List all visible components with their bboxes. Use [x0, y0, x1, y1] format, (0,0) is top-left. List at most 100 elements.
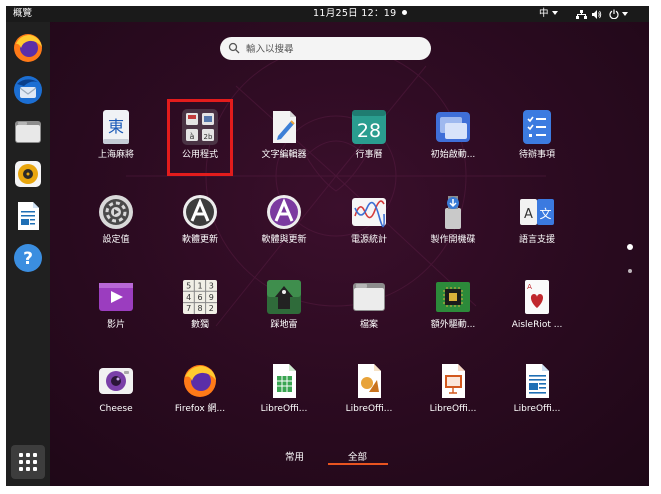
- files-icon: [353, 283, 385, 311]
- app-label: 設定值: [102, 235, 130, 245]
- app-aisleriot[interactable]: A AisleRiot ...: [495, 271, 579, 341]
- aisleriot-icon: A: [525, 280, 549, 314]
- app-label: LibreOffi...: [345, 404, 393, 414]
- svg-text:文: 文: [539, 206, 551, 221]
- app-todo[interactable]: 待辦事項: [495, 101, 579, 171]
- app-additional-drivers[interactable]: 額外驅動...: [411, 271, 495, 341]
- app-label: 檔案: [359, 320, 378, 330]
- svg-text:?: ?: [23, 249, 33, 269]
- app-label: 影片: [106, 320, 125, 330]
- thunderbird-icon[interactable]: [12, 74, 44, 106]
- app-calendar[interactable]: 28 行事曆: [327, 101, 411, 171]
- svg-text:A: A: [527, 283, 532, 291]
- libreoffice-calc-icon: [273, 364, 296, 398]
- app-label: LibreOffi...: [513, 404, 561, 414]
- svg-text:8: 8: [197, 304, 202, 313]
- app-libreoffice-writer[interactable]: LibreOffi...: [495, 355, 579, 425]
- app-startup-disk-creator[interactable]: 製作開機碟: [411, 186, 495, 256]
- active-tab-indicator: [328, 463, 388, 465]
- search-box[interactable]: [220, 37, 431, 60]
- svg-text:6: 6: [197, 293, 202, 302]
- app-label: 踩地雷: [270, 320, 298, 330]
- app-label: 軟體更新: [181, 235, 218, 245]
- firefox-icon[interactable]: [12, 32, 44, 64]
- volume-icon: [592, 10, 602, 19]
- app-label: 文字編輯器: [261, 150, 307, 160]
- app-label: 電源統計: [350, 235, 387, 245]
- app-label: 初始啟動...: [430, 150, 476, 160]
- power-statistics-icon: [352, 198, 386, 228]
- language-support-icon: A 文: [520, 199, 554, 225]
- clock[interactable]: 11月25日 12：19: [313, 6, 408, 22]
- app-startup-applications[interactable]: 初始啟動...: [411, 101, 495, 171]
- app-software-properties[interactable]: 軟體與更新: [242, 186, 326, 256]
- system-menu-chevron-icon: [622, 12, 628, 16]
- show-applications-button[interactable]: [11, 445, 45, 479]
- app-firefox[interactable]: Firefox 網...: [158, 355, 242, 425]
- page-indicator-next[interactable]: [628, 269, 632, 273]
- app-label: AisleRiot ...: [511, 320, 563, 330]
- app-label: LibreOffi...: [429, 404, 477, 414]
- cheese-icon: [99, 368, 133, 394]
- highlight-box: [167, 99, 233, 176]
- search-input[interactable]: [244, 40, 428, 59]
- app-label: 上海麻將: [97, 150, 134, 160]
- app-label: 語言支援: [518, 235, 555, 245]
- app-files[interactable]: 檔案: [327, 271, 411, 341]
- svg-text:東: 東: [108, 117, 124, 136]
- app-language-support[interactable]: A 文 語言支援: [495, 186, 579, 256]
- top-bar: 概覽 11月25日 12：19 中: [6, 6, 649, 22]
- app-libreoffice-calc[interactable]: LibreOffi...: [242, 355, 326, 425]
- rhythmbox-icon[interactable]: [12, 158, 44, 190]
- app-label: 製作開機碟: [430, 235, 476, 245]
- writer-icon[interactable]: [12, 200, 44, 232]
- notification-dot: [402, 10, 408, 15]
- mahjongg-icon: 東: [103, 110, 129, 144]
- input-method-indicator[interactable]: 中: [539, 6, 558, 22]
- app-cheese[interactable]: Cheese: [74, 355, 158, 425]
- page-indicator-current[interactable]: [627, 244, 633, 250]
- videos-icon: [99, 283, 133, 311]
- app-mines[interactable]: 踩地雷: [242, 271, 326, 341]
- app-libreoffice-draw[interactable]: LibreOffi...: [327, 355, 411, 425]
- settings-icon: [99, 195, 133, 229]
- svg-text:1: 1: [197, 282, 202, 291]
- startup-disk-icon: [445, 196, 461, 229]
- app-text-editor[interactable]: 文字編輯器: [242, 101, 326, 171]
- svg-text:A: A: [524, 207, 533, 222]
- activities-button[interactable]: 概覽: [13, 6, 32, 22]
- svg-text:9: 9: [209, 293, 214, 302]
- sudoku-icon: 513 469 782: [183, 280, 217, 314]
- app-power-statistics[interactable]: 電源統計: [327, 186, 411, 256]
- calendar-icon: 28: [352, 110, 386, 144]
- app-libreoffice-impress[interactable]: LibreOffi...: [411, 355, 495, 425]
- files-icon[interactable]: [12, 116, 44, 148]
- app-settings[interactable]: 設定值: [74, 186, 158, 256]
- svg-text:5: 5: [186, 282, 191, 291]
- app-label: 待辦事項: [518, 150, 555, 160]
- app-videos[interactable]: 影片: [74, 271, 158, 341]
- svg-text:3: 3: [209, 282, 214, 291]
- libreoffice-writer-icon: [526, 364, 549, 398]
- app-software-updater[interactable]: 軟體更新: [158, 186, 242, 256]
- network-icon: [576, 10, 587, 19]
- firefox-icon: [184, 365, 216, 397]
- tab-all[interactable]: 全部: [348, 449, 367, 463]
- startup-apps-icon: [436, 112, 470, 142]
- additional-drivers-icon: [436, 282, 470, 312]
- clock-label: 11月25日 12：19: [313, 8, 397, 19]
- libreoffice-impress-icon: [442, 364, 465, 398]
- app-label: Cheese: [99, 404, 133, 414]
- software-updater-icon: [183, 195, 217, 229]
- todo-icon: [523, 110, 551, 144]
- dock: ?: [6, 22, 50, 486]
- help-icon[interactable]: ?: [12, 242, 44, 274]
- software-properties-icon: [267, 195, 301, 229]
- chevron-down-icon: [551, 11, 558, 15]
- app-sudoku[interactable]: 513 469 782 數獨: [158, 271, 242, 341]
- app-mahjongg[interactable]: 東 上海麻將: [74, 101, 158, 171]
- mines-icon: [267, 280, 301, 314]
- libreoffice-draw-icon: [358, 364, 381, 398]
- app-label: Firefox 網...: [174, 404, 226, 414]
- tab-frequent[interactable]: 常用: [285, 449, 304, 463]
